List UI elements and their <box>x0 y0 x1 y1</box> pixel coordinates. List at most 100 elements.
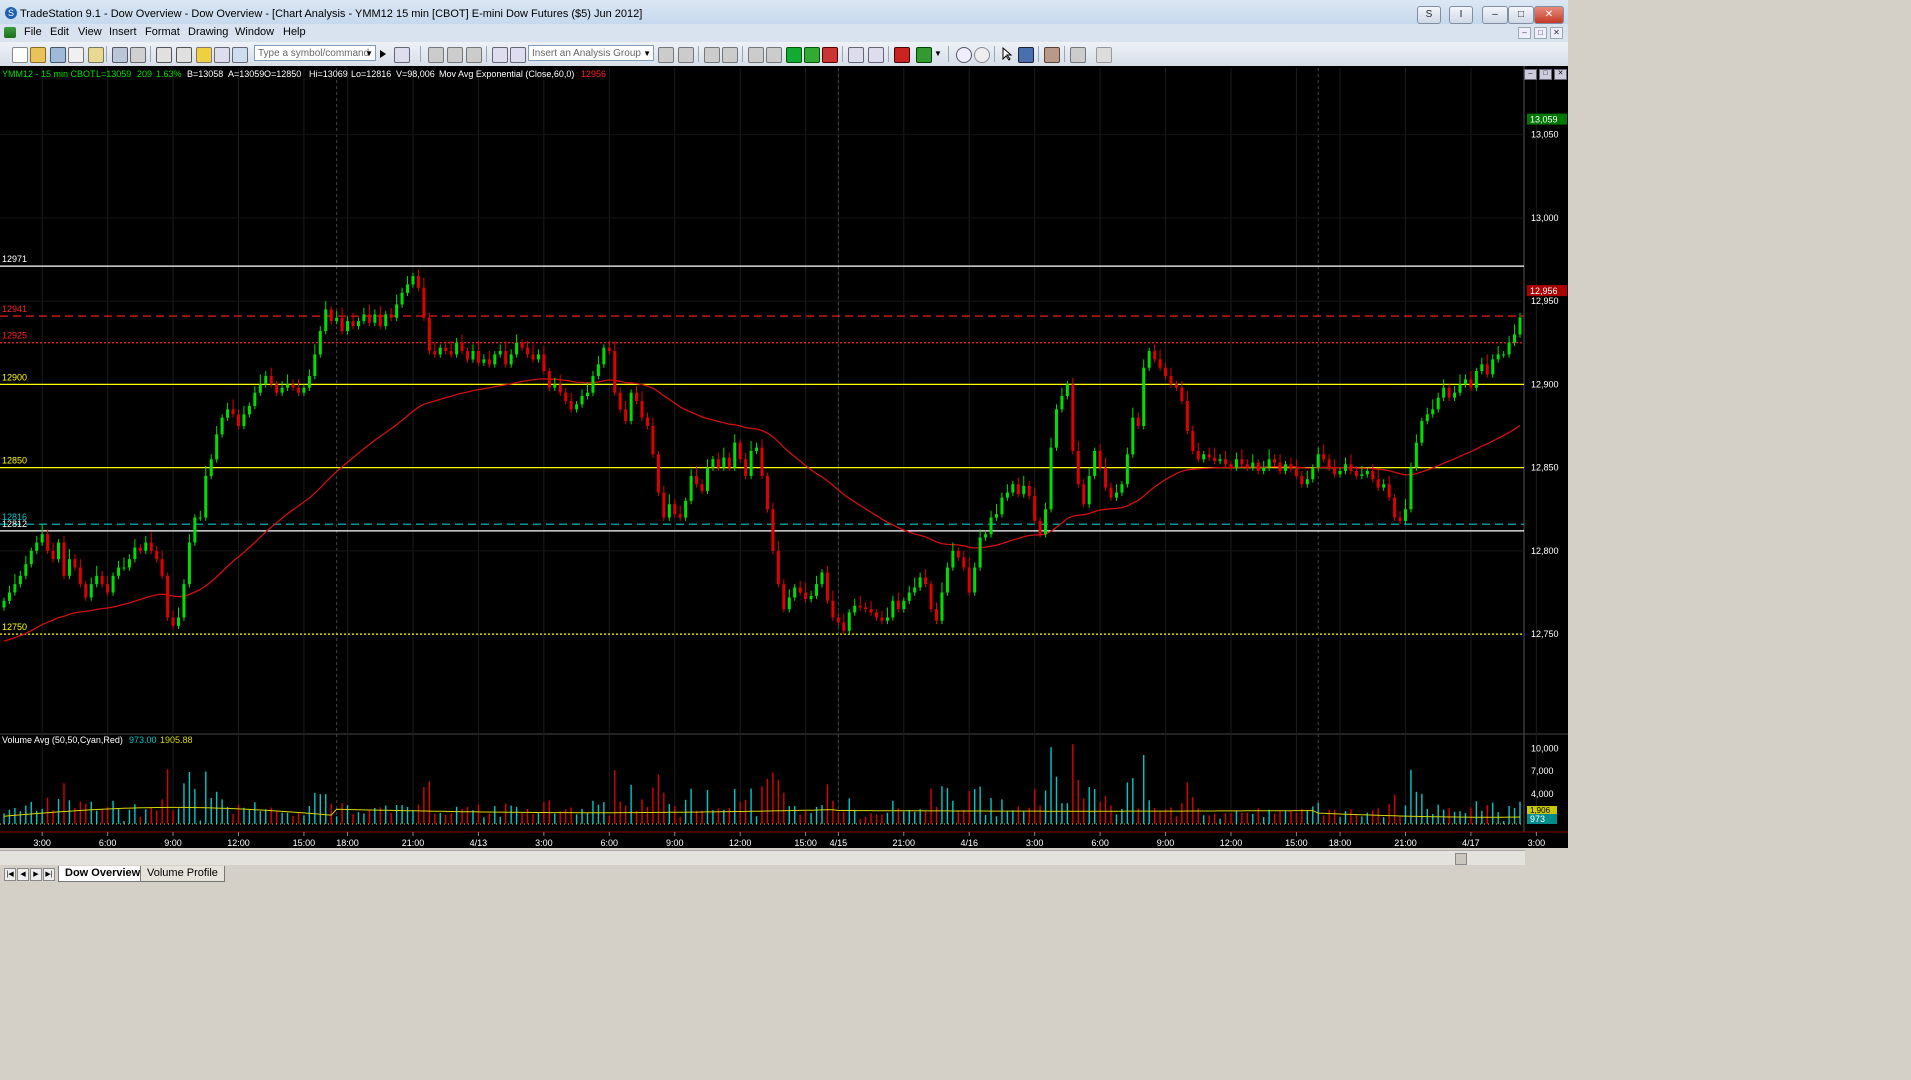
candle <box>935 609 939 621</box>
analysis-group-select[interactable]: Insert an Analysis Group ▼ <box>528 45 654 61</box>
radar-icon[interactable] <box>447 47 463 63</box>
candle <box>1054 409 1058 448</box>
new-file-icon[interactable] <box>12 47 28 63</box>
timer-icon[interactable] <box>766 47 782 63</box>
binoculars-icon[interactable] <box>394 47 410 63</box>
tools-icon[interactable] <box>232 47 248 63</box>
first-tab-icon[interactable]: |◀ <box>4 868 16 881</box>
candle <box>269 376 273 385</box>
candle <box>215 434 219 460</box>
print-preview-icon[interactable] <box>130 47 146 63</box>
price-tick-label: 12,900 <box>1531 379 1559 389</box>
candle <box>613 351 617 393</box>
window-layout-icon[interactable] <box>156 47 172 63</box>
candle <box>1131 417 1135 455</box>
options-icon[interactable] <box>1096 47 1112 63</box>
candle <box>117 567 121 576</box>
menu-insert[interactable]: Insert <box>109 26 137 38</box>
chart-document-icon[interactable] <box>4 27 16 38</box>
mdi-close-button[interactable]: ✕ <box>1550 27 1563 39</box>
status-bid: B=13058 <box>187 69 223 79</box>
chevron-down-icon[interactable]: ▼ <box>643 46 651 62</box>
menu-drawing[interactable]: Drawing <box>188 26 228 38</box>
candle <box>809 595 813 600</box>
candle <box>716 459 720 468</box>
hammer-icon[interactable] <box>1044 47 1060 63</box>
link-icon[interactable] <box>214 47 230 63</box>
pointer-icon[interactable] <box>1000 46 1014 61</box>
mdi-minimize-button[interactable]: – <box>1518 27 1531 39</box>
candle <box>13 584 17 593</box>
chevron-down-icon[interactable]: ▼ <box>934 47 942 61</box>
save-group-icon[interactable] <box>658 47 674 63</box>
chart-minimize-button[interactable]: – <box>1524 69 1537 80</box>
last-tab-icon[interactable]: ▶| <box>43 868 55 881</box>
expand-icon[interactable] <box>848 47 864 63</box>
candle <box>526 347 530 355</box>
candle <box>1371 470 1375 480</box>
candle <box>356 321 360 327</box>
candle <box>994 514 998 518</box>
candle <box>515 342 519 355</box>
workspace-icon[interactable] <box>1070 47 1086 63</box>
maximize-icon: □ <box>1517 9 1525 20</box>
mdi-restore-button[interactable]: □ <box>1534 27 1547 39</box>
zoom-out-icon[interactable] <box>974 47 990 63</box>
lock-icon[interactable] <box>196 47 212 63</box>
candle <box>700 484 704 491</box>
bar-style-icon[interactable] <box>916 47 932 63</box>
color-scheme-icon[interactable] <box>894 47 910 63</box>
zoom-in-icon[interactable] <box>956 47 972 63</box>
symbol-link-icon[interactable] <box>748 47 764 63</box>
bar-chart-icon[interactable] <box>786 47 802 63</box>
prev-tab-icon[interactable]: ◀ <box>17 868 29 881</box>
close-button[interactable]: ✕ <box>1534 6 1564 24</box>
menu-view[interactable]: View <box>78 26 102 38</box>
candle-up-icon[interactable] <box>804 47 820 63</box>
candle <box>1458 384 1462 393</box>
tab-volume-profile[interactable]: Volume Profile <box>140 866 225 882</box>
price-tick-label: 12,750 <box>1531 629 1559 639</box>
candle-down-icon[interactable] <box>822 47 838 63</box>
drawing-object-icon[interactable] <box>1018 47 1034 63</box>
symbol-input[interactable]: Type a symbol/command ▼ <box>254 45 376 61</box>
data-window-icon[interactable] <box>722 47 738 63</box>
menu-file[interactable]: File <box>24 26 42 38</box>
price-chart[interactable]: 1297112941129251290012850128161281212750… <box>0 66 1611 848</box>
next-tab-icon[interactable]: ▶ <box>30 868 42 881</box>
refresh-icon[interactable] <box>678 47 694 63</box>
tile-icon[interactable] <box>176 47 192 63</box>
save-icon[interactable] <box>50 47 66 63</box>
grid-icon[interactable] <box>466 47 482 63</box>
indicator-icon[interactable] <box>492 47 508 63</box>
compress-icon[interactable] <box>868 47 884 63</box>
minimize-button[interactable]: – <box>1482 6 1508 24</box>
new-window-icon[interactable] <box>68 47 84 63</box>
candle <box>1234 459 1238 468</box>
candle <box>1218 459 1222 461</box>
tab-dow-overview[interactable]: Dow Overview <box>58 866 148 882</box>
maximize-button[interactable]: □ <box>1508 6 1534 24</box>
chart-type-icon[interactable] <box>704 47 720 63</box>
note-icon[interactable] <box>88 47 104 63</box>
chevron-down-icon[interactable]: ▼ <box>365 46 373 62</box>
chart-restore-button[interactable]: □ <box>1539 69 1552 80</box>
horizontal-scrollbar[interactable] <box>0 850 1525 865</box>
menu-edit[interactable]: Edit <box>50 26 69 38</box>
chart-window[interactable]: 12971 12941 12925 12900 12850 12816 12812 12750… <box>0 66 1611 848</box>
candle <box>1442 387 1446 398</box>
menu-help[interactable]: Help <box>283 26 306 38</box>
s-button[interactable]: S <box>1417 6 1441 24</box>
open-folder-icon[interactable] <box>30 47 46 63</box>
candle <box>1513 334 1517 343</box>
print-icon[interactable] <box>112 47 128 63</box>
strategy-icon[interactable] <box>510 47 526 63</box>
i-button[interactable]: I <box>1449 6 1473 24</box>
volume-study-label: Volume Avg (50,50,Cyan,Red) <box>2 735 123 745</box>
candle <box>351 321 355 327</box>
go-arrow-icon[interactable] <box>379 47 387 61</box>
chart-close-button[interactable]: ✕ <box>1554 69 1567 80</box>
chart-icon[interactable] <box>428 47 444 63</box>
menu-format[interactable]: Format <box>145 26 180 38</box>
menu-window[interactable]: Window <box>235 26 274 38</box>
